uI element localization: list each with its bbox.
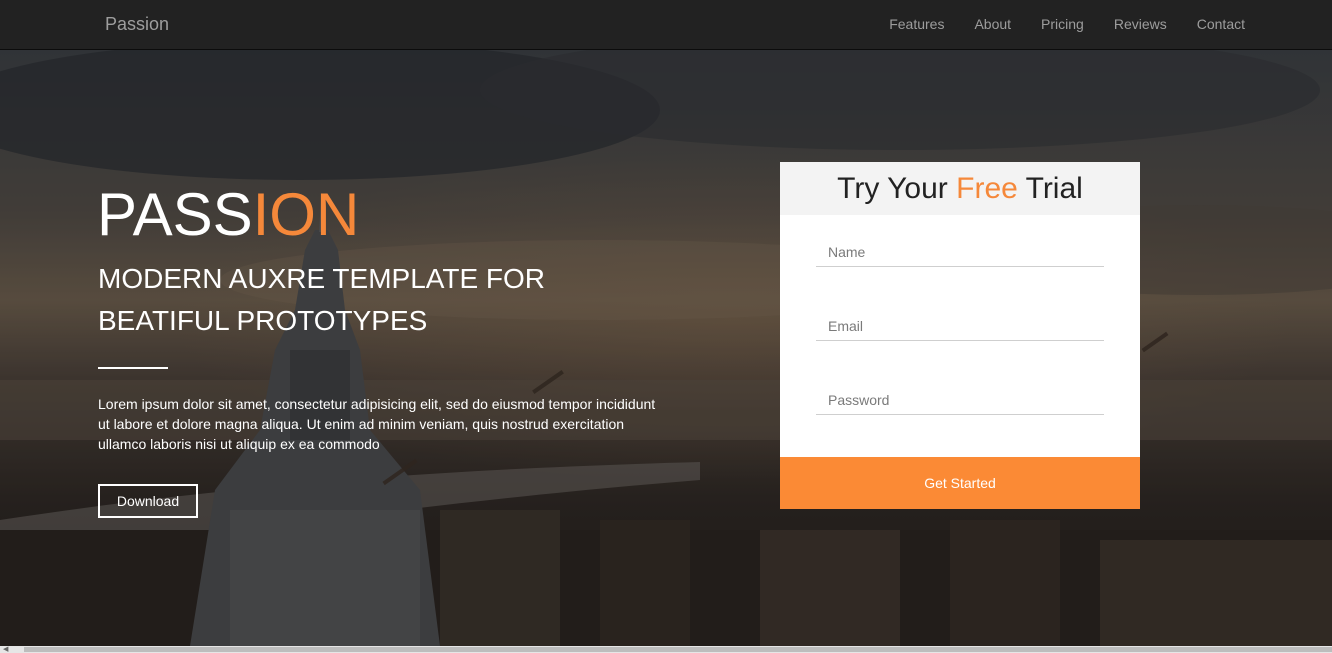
nav-link-about[interactable]: About (974, 16, 1011, 32)
scroll-left-arrow-icon[interactable]: ◀ (3, 646, 8, 653)
download-button[interactable]: Download (98, 484, 198, 518)
nav-link-contact[interactable]: Contact (1197, 16, 1245, 32)
form-title: Try Your Free Trial (780, 162, 1140, 215)
hero-title-accent: ION (252, 181, 360, 248)
hero-subtitle-line-1: MODERN AUXRE TEMPLATE FOR (98, 263, 546, 294)
get-started-button[interactable]: Get Started (780, 457, 1140, 509)
hero-subtitle: MODERN AUXRE TEMPLATE FOR BEATIFUL PROTO… (98, 258, 658, 342)
form-title-accent: Free (956, 171, 1018, 205)
brand-logo[interactable]: Passion (105, 14, 169, 35)
nav-link-reviews[interactable]: Reviews (1114, 16, 1167, 32)
nav-link-pricing[interactable]: Pricing (1041, 16, 1084, 32)
hero-title-main: PASS (97, 181, 253, 248)
name-input[interactable] (816, 237, 1104, 267)
hero-divider (98, 367, 168, 369)
email-input[interactable] (816, 311, 1104, 341)
hero-description: Lorem ipsum dolor sit amet, consectetur … (98, 396, 656, 452)
nav-link-features[interactable]: Features (889, 16, 944, 32)
free-trial-form: Try Your Free Trial Get Started (780, 162, 1140, 509)
top-navbar: Passion Features About Pricing Reviews C… (0, 0, 1332, 50)
nav-links: Features About Pricing Reviews Contact (889, 16, 1245, 32)
scrollbar-thumb[interactable] (24, 647, 1332, 652)
hero-title: PASSION (97, 180, 359, 250)
password-input[interactable] (816, 385, 1104, 415)
form-title-after: Trial (1017, 171, 1083, 205)
horizontal-scrollbar[interactable]: ◀ (0, 646, 1332, 653)
hero-section: PASSION MODERN AUXRE TEMPLATE FOR BEATIF… (0, 50, 1332, 646)
form-title-before: Try Your (837, 171, 957, 205)
hero-subtitle-line-2: BEATIFUL PROTOTYPES (98, 305, 428, 336)
